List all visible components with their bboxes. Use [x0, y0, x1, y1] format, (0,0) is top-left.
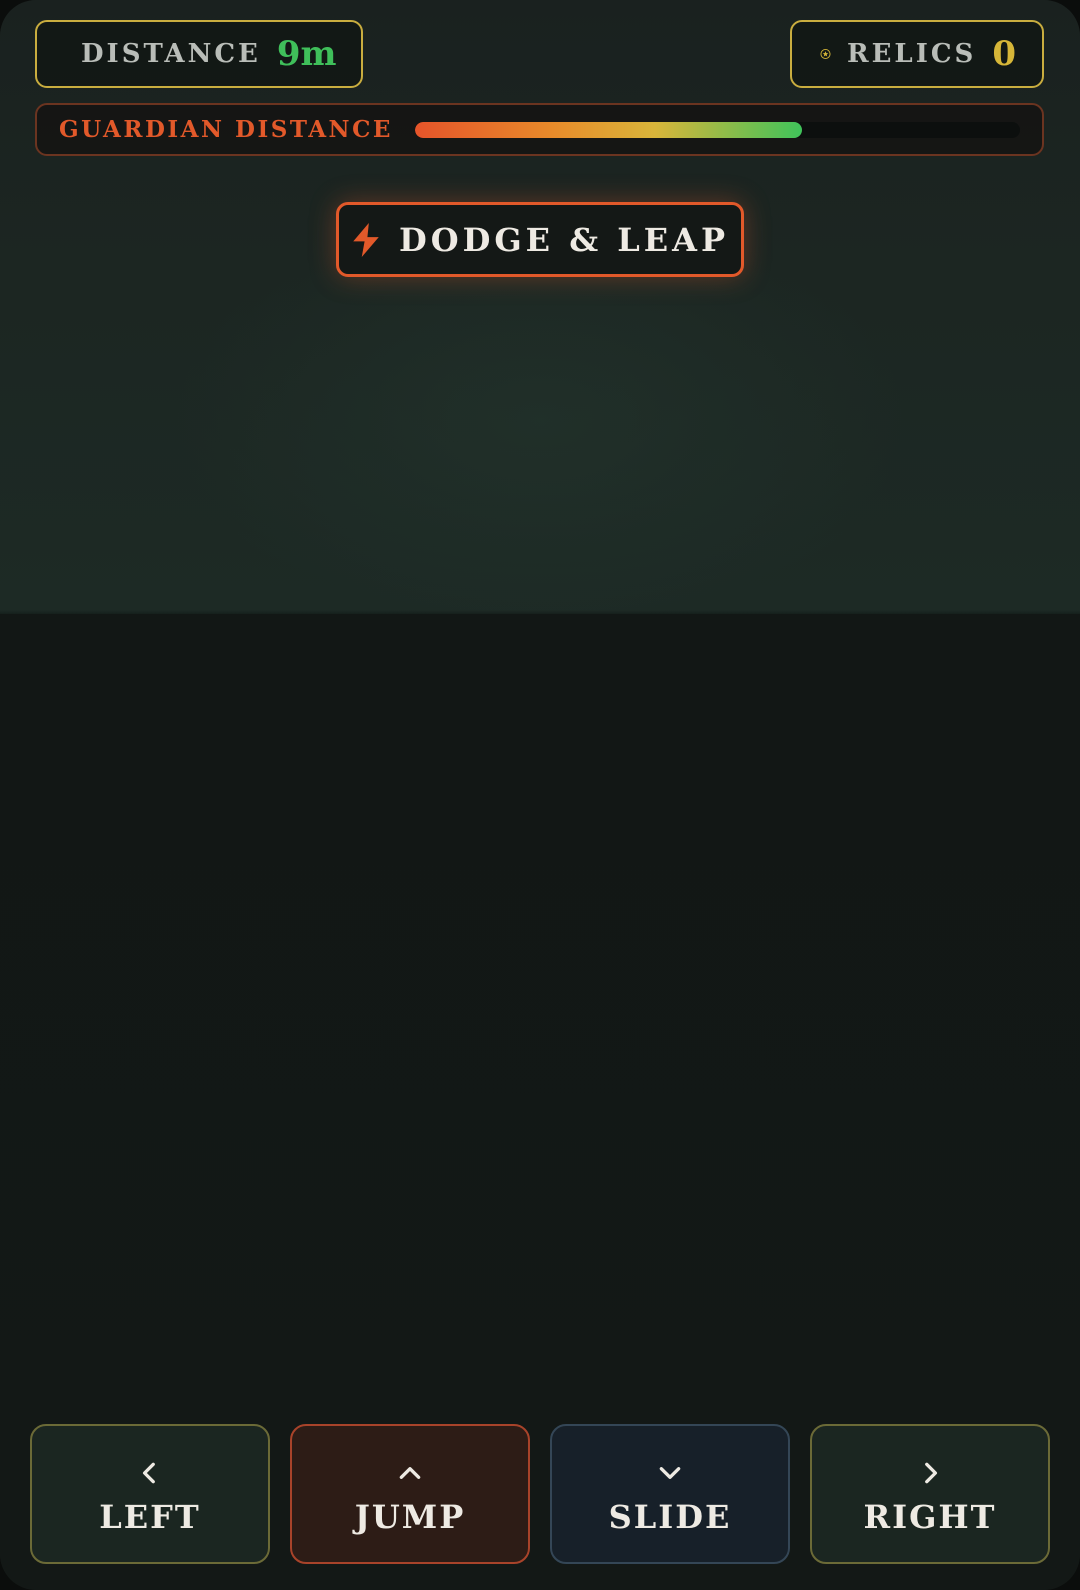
chevron-left-icon — [142, 1462, 155, 1484]
guardian-distance-fill — [414, 121, 803, 138]
right-button[interactable]: RIGHT — [810, 1424, 1050, 1564]
game-screen: DISTANCE 9m RELICS 0 GUARDIAN DISTANCE D… — [0, 0, 1080, 1590]
relic-icon — [820, 48, 831, 60]
distance-label: DISTANCE — [81, 39, 261, 69]
distance-counter: DISTANCE 9m — [35, 20, 363, 88]
guardian-distance-meter: GUARDIAN DISTANCE — [35, 103, 1044, 156]
chevron-up-icon — [399, 1467, 421, 1479]
left-button[interactable]: LEFT — [30, 1424, 270, 1564]
chevron-right-icon — [925, 1462, 938, 1484]
jump-button[interactable]: JUMP — [290, 1424, 530, 1564]
slide-button[interactable]: SLIDE — [550, 1424, 790, 1564]
distance-value: 9m — [276, 34, 337, 74]
relics-label: RELICS — [846, 39, 977, 69]
slide-button-label: SLIDE — [608, 1498, 732, 1536]
relics-value: 0 — [992, 34, 1016, 74]
mode-label: DODGE & LEAP — [398, 220, 730, 259]
track-scene — [0, 0, 1080, 614]
mode-badge: DODGE & LEAP — [336, 202, 744, 277]
guardian-distance-track — [414, 121, 1020, 138]
left-button-label: LEFT — [99, 1498, 201, 1536]
chevron-down-icon — [659, 1467, 681, 1479]
bolt-icon — [353, 222, 379, 257]
relics-counter: RELICS 0 — [790, 20, 1044, 88]
right-button-label: RIGHT — [863, 1498, 997, 1536]
jump-button-label: JUMP — [354, 1498, 466, 1536]
guardian-distance-label: GUARDIAN DISTANCE — [59, 116, 393, 143]
